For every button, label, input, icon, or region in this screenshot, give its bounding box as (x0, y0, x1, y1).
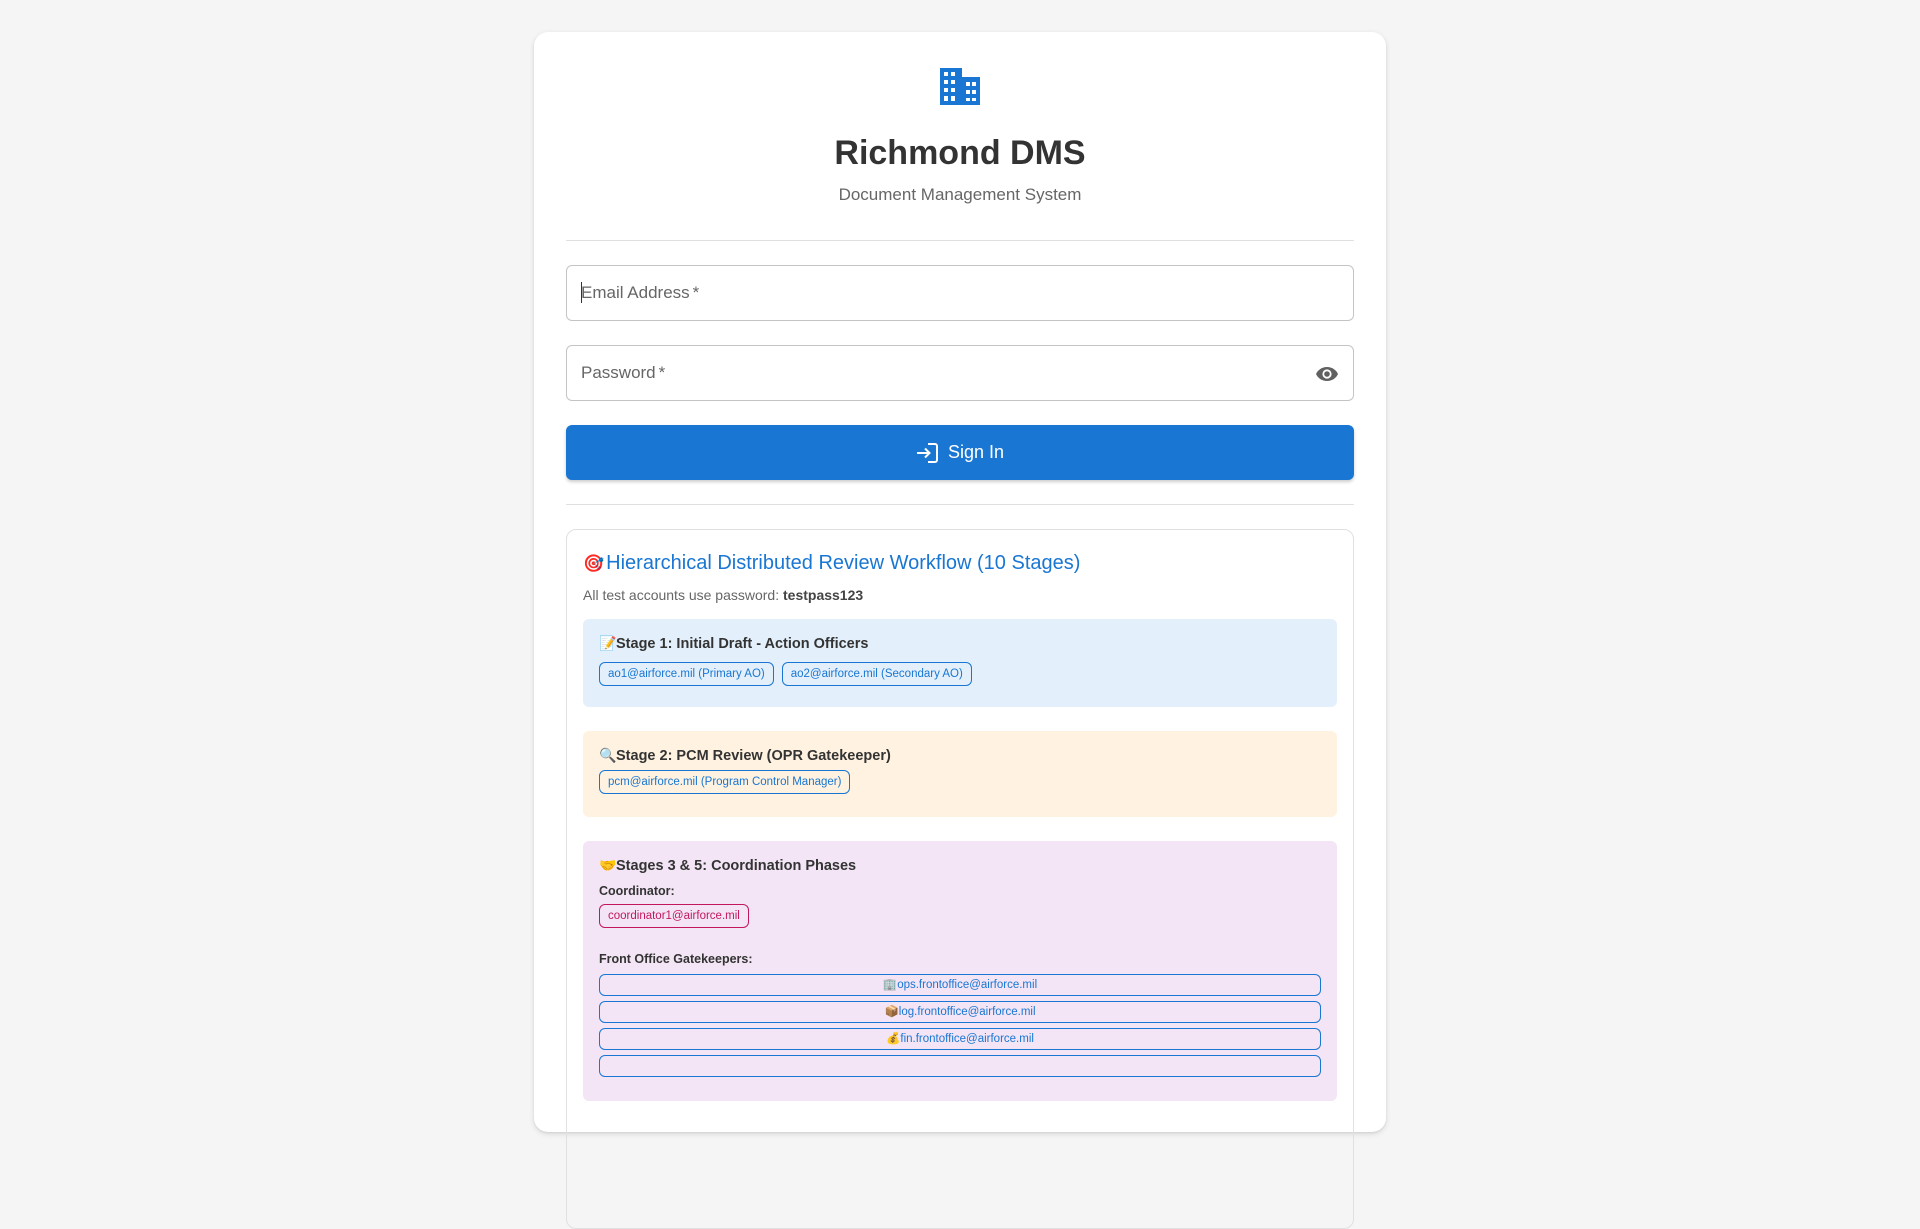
account-chip-fin-frontoffice[interactable]: 💰fin.frontoffice@airforce.mil (599, 1028, 1321, 1050)
coordinator-label: Coordinator: (599, 884, 675, 898)
handshake-icon: 🤝 (599, 857, 617, 873)
account-chip-log-frontoffice[interactable]: 📦log.frontoffice@airforce.mil (599, 1001, 1321, 1023)
stage-2-box: 🔍 Stage 2: PCM Review (OPR Gatekeeper) p… (583, 731, 1337, 817)
workflow-title: 🎯 Hierarchical Distributed Review Workfl… (583, 552, 1337, 575)
apartment-icon (940, 68, 980, 105)
app-subtitle: Document Management System (838, 185, 1082, 204)
account-chip-ops-frontoffice[interactable]: 🏢ops.frontoffice@airforce.mil (599, 974, 1321, 996)
account-chip-ao1[interactable]: ao1@airforce.mil (Primary AO) (599, 662, 774, 686)
stage-3-5-box: 🤝 Stages 3 & 5: Coordination Phases Coor… (583, 841, 1337, 1101)
email-field-label: Email Address * (581, 283, 700, 302)
stage-1-title: 📝 Stage 1: Initial Draft - Action Office… (599, 635, 869, 652)
divider (566, 240, 1354, 241)
target-icon: 🎯 (583, 553, 605, 573)
account-chip-ao2[interactable]: ao2@airforce.mil (Secondary AO) (781, 662, 972, 686)
logo (566, 68, 1354, 108)
account-chip-pcm[interactable]: pcm@airforce.mil (Program Control Manage… (599, 770, 851, 794)
stage-3-5-title: 🤝 Stages 3 & 5: Coordination Phases (599, 857, 857, 874)
sign-in-label: Sign In (947, 442, 1005, 462)
login-icon (916, 442, 938, 463)
password-field[interactable]: Password * (566, 345, 1354, 401)
money-bag-icon: 💰 (886, 1033, 901, 1045)
office-building-icon: 🏢 (882, 979, 898, 991)
divider (566, 504, 1354, 505)
workflow-title-text: Hierarchical Distributed Review Workflow… (606, 552, 1081, 574)
stage-1-box: 📝 Stage 1: Initial Draft - Action Office… (583, 619, 1337, 707)
account-chip-coordinator[interactable]: coordinator1@airforce.mil (599, 904, 749, 928)
gatekeepers-label: Front Office Gatekeepers: (599, 952, 753, 966)
app-title: Richmond DMS (834, 134, 1086, 172)
account-chip-next[interactable] (599, 1055, 1321, 1077)
workflow-panel: 🎯 Hierarchical Distributed Review Workfl… (566, 529, 1354, 1229)
login-card: Richmond DMS Document Management System … (534, 32, 1386, 1229)
password-note: All test accounts use password: testpass… (583, 587, 864, 603)
memo-icon: 📝 (599, 635, 617, 651)
sign-in-button[interactable]: Sign In (566, 425, 1354, 480)
email-field[interactable]: Email Address * (566, 265, 1354, 321)
visibility-toggle-icon[interactable] (1315, 363, 1339, 385)
package-icon: 📦 (884, 1006, 899, 1018)
test-password: testpass123 (783, 587, 864, 603)
stage-2-title: 🔍 Stage 2: PCM Review (OPR Gatekeeper) (599, 747, 891, 764)
magnifier-icon: 🔍 (599, 747, 617, 763)
password-field-label: Password * (581, 363, 666, 382)
